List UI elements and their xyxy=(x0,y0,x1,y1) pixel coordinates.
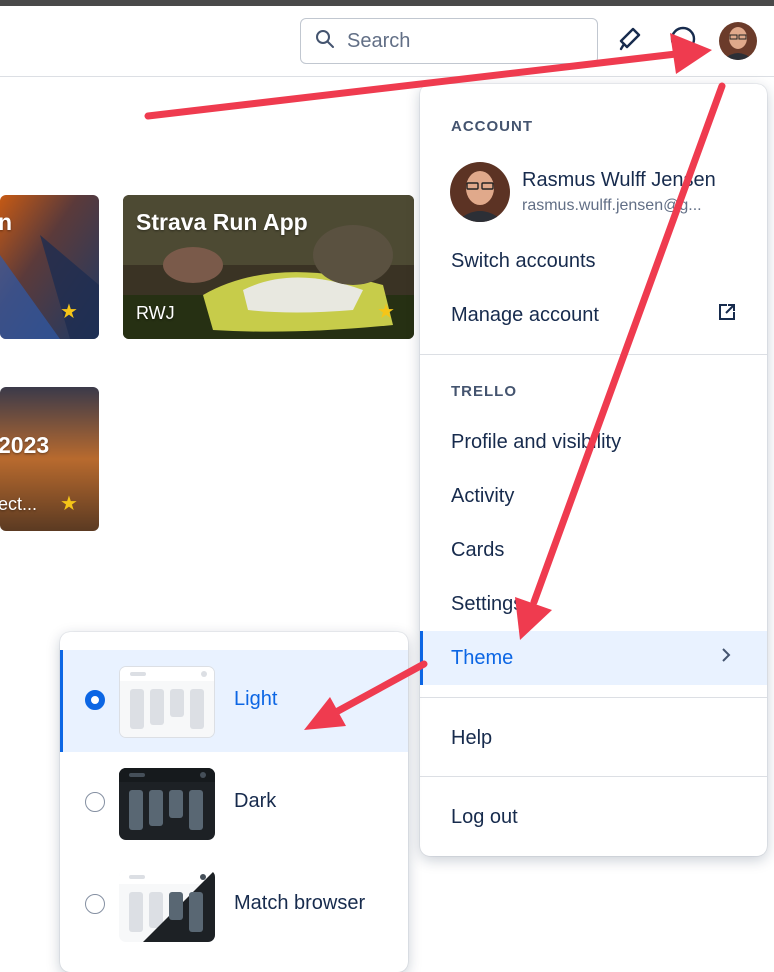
help-label: Help xyxy=(451,726,493,749)
theme-option-light[interactable]: Light xyxy=(60,650,408,752)
theme-option-dark[interactable]: Dark xyxy=(60,752,408,854)
switch-accounts-label: Switch accounts xyxy=(451,249,596,272)
avatar[interactable] xyxy=(719,22,757,60)
menu-divider xyxy=(420,354,767,355)
manage-account-label: Manage account xyxy=(451,303,599,326)
header xyxy=(0,6,774,77)
theme-label: Theme xyxy=(451,646,514,669)
settings-item[interactable]: Settings xyxy=(420,577,767,631)
board-tile[interactable]: Strava Run App RWJ ★ xyxy=(123,195,414,339)
theme-item[interactable]: Theme xyxy=(420,631,767,685)
profile-visibility-label: Profile and visibility xyxy=(451,430,622,453)
board-tile[interactable]: 2023 ect... ★ xyxy=(0,387,99,531)
help-icon[interactable] xyxy=(666,22,700,56)
account-email: rasmus.wulff.jensen@g... xyxy=(522,197,702,214)
theme-option-label: Light xyxy=(234,688,278,710)
menu-divider xyxy=(420,776,767,777)
account-menu: ACCOUNT Rasmus Wulff Jensen rasmus.wulff… xyxy=(420,84,767,856)
board-title: Strava Run App xyxy=(136,209,308,235)
board-subtitle: RWJ xyxy=(136,303,175,323)
account-section-label: ACCOUNT xyxy=(451,118,533,135)
account-avatar xyxy=(450,162,510,222)
logout-label: Log out xyxy=(451,805,518,828)
cards-label: Cards xyxy=(451,538,505,561)
theme-option-label: Dark xyxy=(234,790,277,812)
light-theme-preview xyxy=(119,666,215,738)
manage-account-item[interactable]: Manage account xyxy=(420,288,767,342)
menu-divider xyxy=(420,697,767,698)
settings-label: Settings xyxy=(451,592,524,615)
switch-accounts-item[interactable]: Switch accounts xyxy=(420,234,767,288)
radio-selected[interactable] xyxy=(85,690,105,710)
radio-unselected[interactable] xyxy=(85,792,105,812)
megaphone-icon[interactable] xyxy=(612,22,646,56)
board-title: n xyxy=(0,209,13,235)
board-tile[interactable]: n ★ xyxy=(0,195,99,339)
help-item[interactable]: Help xyxy=(420,711,767,765)
board-background xyxy=(0,195,99,339)
star-icon[interactable]: ★ xyxy=(60,299,78,324)
trello-section-label: TRELLO xyxy=(451,383,517,400)
star-icon[interactable]: ★ xyxy=(60,491,78,516)
star-icon[interactable]: ★ xyxy=(377,299,395,324)
cards-item[interactable]: Cards xyxy=(420,523,767,577)
chevron-right-icon xyxy=(719,645,733,671)
activity-label: Activity xyxy=(451,484,515,507)
profile-visibility-item[interactable]: Profile and visibility xyxy=(420,415,767,469)
theme-option-match-browser[interactable]: Match browser xyxy=(60,854,408,956)
radio-unselected[interactable] xyxy=(85,894,105,914)
search-box[interactable] xyxy=(300,18,598,64)
theme-submenu: Light Dark Match browser xyxy=(60,632,408,972)
logout-item[interactable]: Log out xyxy=(420,790,767,844)
match-browser-theme-preview xyxy=(119,870,215,942)
activity-item[interactable]: Activity xyxy=(420,469,767,523)
search-input[interactable] xyxy=(345,28,579,54)
board-title: 2023 xyxy=(0,432,50,458)
theme-option-label: Match browser xyxy=(234,892,366,914)
external-link-icon xyxy=(717,302,737,328)
board-subtitle: ect... xyxy=(0,494,38,514)
search-icon xyxy=(315,29,335,54)
account-name: Rasmus Wulff Jensen xyxy=(522,169,716,191)
dark-theme-preview xyxy=(119,768,215,840)
